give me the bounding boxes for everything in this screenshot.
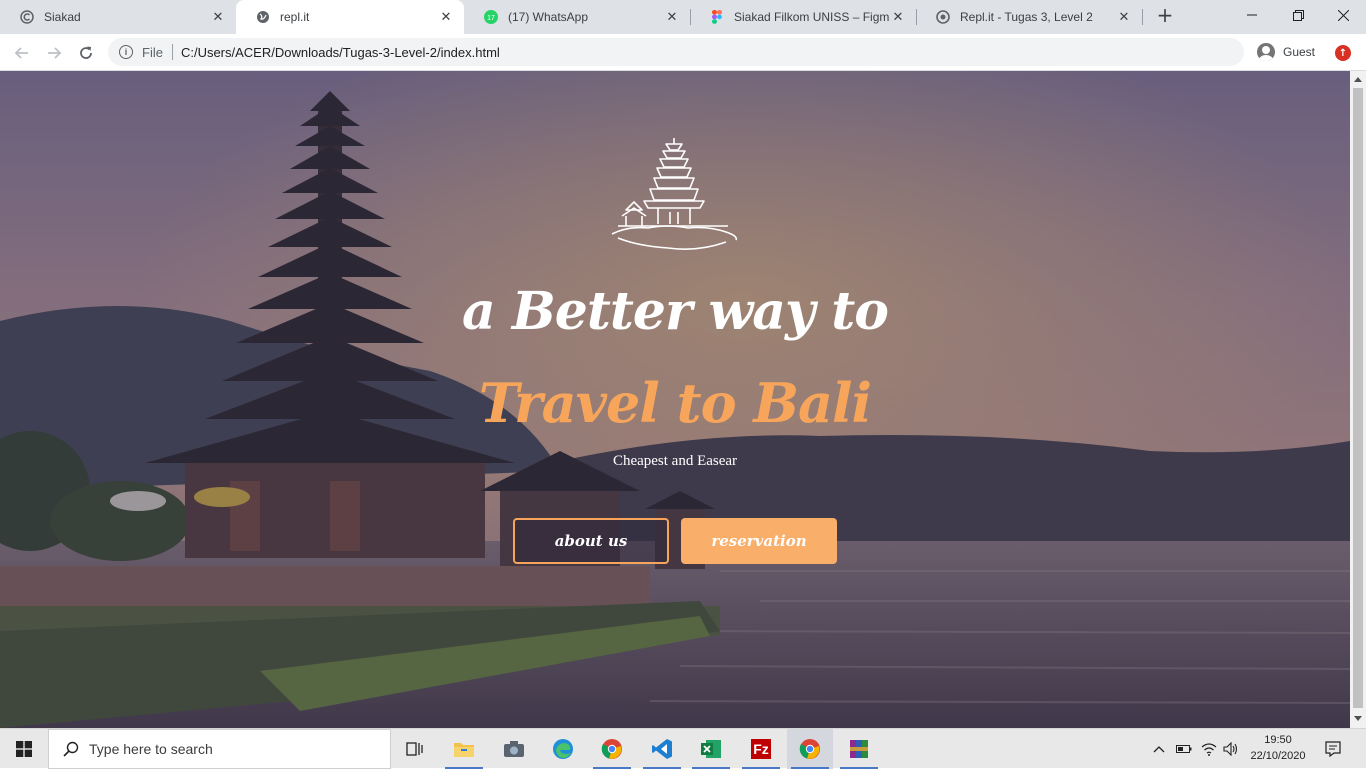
new-tab-button[interactable]: + bbox=[1154, 5, 1176, 27]
close-icon[interactable]: ✕ bbox=[210, 9, 226, 25]
tab-separator bbox=[916, 9, 917, 25]
file-scheme-label: File bbox=[142, 44, 163, 60]
subtitle: Cheapest and Easear bbox=[612, 453, 738, 469]
close-icon[interactable]: ✕ bbox=[1116, 9, 1132, 25]
file-explorer-icon[interactable] bbox=[441, 729, 487, 769]
clock-time: 19:50 bbox=[1264, 734, 1292, 746]
scroll-thumb[interactable] bbox=[1353, 88, 1363, 708]
circle-c-icon bbox=[20, 10, 34, 24]
page-scrollbar[interactable] bbox=[1350, 71, 1366, 728]
start-button[interactable] bbox=[0, 729, 48, 769]
avatar-icon bbox=[1257, 43, 1275, 61]
winrar-icon[interactable] bbox=[836, 729, 882, 769]
edge-icon[interactable] bbox=[540, 729, 586, 769]
taskbar-search-box[interactable]: Type here to search bbox=[48, 729, 391, 769]
globe-icon bbox=[256, 10, 270, 24]
tab-replit[interactable]: repl.it ✕ bbox=[236, 0, 464, 34]
tab-whatsapp[interactable]: 17 (17) WhatsApp ✕ bbox=[464, 0, 690, 34]
about-us-button[interactable]: about us bbox=[513, 518, 669, 564]
tab-title: (17) WhatsApp bbox=[508, 10, 589, 24]
search-icon bbox=[63, 741, 79, 757]
search-placeholder: Type here to search bbox=[89, 741, 213, 757]
back-button[interactable] bbox=[8, 39, 36, 67]
reservation-button[interactable]: reservation bbox=[681, 518, 837, 564]
arrow-right-icon bbox=[48, 47, 62, 59]
tab-separator bbox=[1142, 9, 1143, 25]
close-window-button[interactable] bbox=[1320, 0, 1366, 30]
replit-icon bbox=[936, 10, 950, 24]
tab-siakad[interactable]: Siakad ✕ bbox=[0, 0, 236, 34]
wifi-icon[interactable] bbox=[1198, 729, 1220, 769]
windows-taskbar: Type here to search Fz 19:50 22/10/2020 bbox=[0, 728, 1366, 769]
svg-text:17: 17 bbox=[487, 15, 495, 22]
update-icon[interactable]: ↑ bbox=[1335, 45, 1351, 61]
figma-icon bbox=[710, 10, 724, 24]
profile-label: Guest bbox=[1283, 45, 1316, 59]
camera-icon[interactable] bbox=[491, 729, 537, 769]
whatsapp-icon: 17 bbox=[484, 10, 498, 24]
task-view-icon[interactable] bbox=[392, 729, 438, 769]
chrome-icon[interactable] bbox=[787, 729, 833, 769]
info-icon[interactable]: i bbox=[119, 45, 133, 59]
tab-title: Repl.it - Tugas 3, Level 2 bbox=[960, 10, 1093, 24]
headline-line1: a Better way to bbox=[462, 281, 889, 342]
filezilla-icon[interactable]: Fz bbox=[738, 729, 784, 769]
tab-figma[interactable]: Siakad Filkom UNISS – Figma ✕ bbox=[690, 0, 916, 34]
tab-strip: Siakad ✕ repl.it ✕ 17 (17) WhatsApp ✕ Si… bbox=[0, 0, 1366, 34]
tab-replit-tugas[interactable]: Repl.it - Tugas 3, Level 2 ✕ bbox=[916, 0, 1142, 34]
reload-button[interactable] bbox=[72, 39, 100, 67]
page-viewport: a Better way to Travel to Bali Cheapest … bbox=[0, 71, 1350, 728]
address-bar[interactable]: i File C:/Users/ACER/Downloads/Tugas-3-L… bbox=[108, 38, 1244, 66]
vscode-icon[interactable] bbox=[639, 729, 685, 769]
windows-logo-icon bbox=[16, 741, 32, 757]
scroll-up-icon[interactable] bbox=[1354, 77, 1362, 82]
close-icon[interactable]: ✕ bbox=[664, 9, 680, 25]
svg-text:Fz: Fz bbox=[753, 741, 769, 757]
minimize-button[interactable] bbox=[1229, 0, 1275, 30]
battery-icon[interactable] bbox=[1173, 729, 1195, 769]
clock-date: 22/10/2020 bbox=[1250, 750, 1306, 762]
chrome-icon[interactable] bbox=[589, 729, 635, 769]
system-clock[interactable]: 19:50 22/10/2020 bbox=[1244, 732, 1312, 764]
chevron-up-icon[interactable] bbox=[1150, 729, 1168, 769]
volume-icon[interactable] bbox=[1220, 729, 1242, 769]
excel-icon[interactable] bbox=[688, 729, 734, 769]
tab-title: Siakad Filkom UNISS – Figma bbox=[734, 10, 890, 24]
close-icon[interactable]: ✕ bbox=[438, 9, 454, 25]
tab-separator bbox=[690, 9, 691, 25]
headline-line2: Travel to Bali bbox=[478, 371, 872, 435]
notification-icon[interactable] bbox=[1318, 729, 1348, 769]
reload-icon bbox=[80, 46, 92, 59]
browser-toolbar: i File C:/Users/ACER/Downloads/Tugas-3-L… bbox=[0, 34, 1366, 71]
arrow-left-icon bbox=[14, 47, 28, 59]
close-icon[interactable]: ✕ bbox=[890, 9, 906, 25]
forward-button[interactable] bbox=[40, 39, 68, 67]
tab-title: repl.it bbox=[280, 10, 310, 24]
tab-title: Siakad bbox=[44, 10, 81, 24]
hero-section: a Better way to Travel to Bali Cheapest … bbox=[0, 71, 1350, 728]
profile-button[interactable]: Guest bbox=[1253, 39, 1325, 65]
scroll-down-icon[interactable] bbox=[1354, 716, 1362, 721]
restore-button[interactable] bbox=[1275, 0, 1321, 30]
url-text[interactable]: C:/Users/ACER/Downloads/Tugas-3-Level-2/… bbox=[181, 45, 500, 60]
temple-logo-icon bbox=[611, 138, 738, 250]
divider bbox=[171, 44, 173, 60]
